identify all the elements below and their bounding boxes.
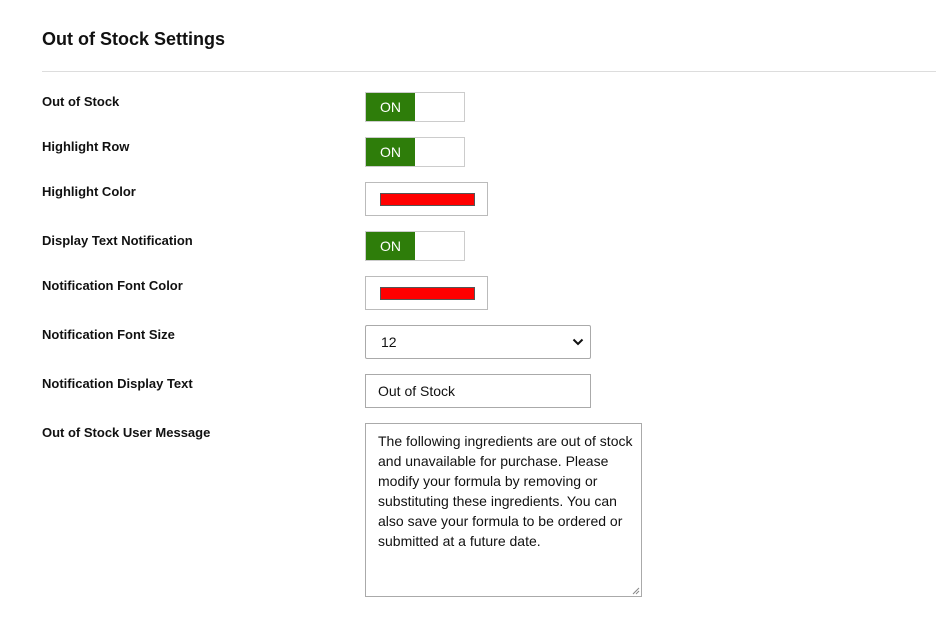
notification-font-color-swatch [380, 287, 475, 300]
chevron-down-icon [572, 338, 584, 346]
section-title: Out of Stock Settings [42, 29, 226, 49]
notification-font-size-select[interactable]: 12 [365, 325, 591, 359]
notification-font-size-label: Notification Font Size [42, 327, 175, 342]
highlight-row-toggle[interactable]: ON [365, 137, 465, 167]
highlight-row-toggle-state: ON [366, 138, 415, 166]
out-of-stock-toggle[interactable]: ON [365, 92, 465, 122]
notification-display-text-value: Out of Stock [378, 383, 456, 399]
display-text-notification-label: Display Text Notification [42, 233, 193, 248]
out-of-stock-toggle-state: ON [366, 93, 415, 121]
notification-display-text-input[interactable]: Out of Stock [365, 374, 591, 408]
resize-grip-icon[interactable] [630, 585, 640, 595]
section-divider [42, 71, 936, 72]
highlight-row-label: Highlight Row [42, 139, 130, 154]
highlight-color-picker[interactable] [365, 182, 488, 216]
user-message-textarea[interactable]: The following ingredients are out of sto… [365, 423, 642, 597]
notification-display-text-label: Notification Display Text [42, 376, 193, 391]
highlight-color-swatch [380, 193, 475, 206]
out-of-stock-settings-panel: Out of Stock Settings Out of Stock ON Hi… [0, 0, 936, 623]
highlight-color-label: Highlight Color [42, 184, 136, 199]
user-message-label: Out of Stock User Message [42, 425, 211, 440]
display-text-notification-toggle-state: ON [366, 232, 415, 260]
notification-font-color-label: Notification Font Color [42, 278, 183, 293]
user-message-value: The following ingredients are out of sto… [378, 433, 633, 549]
out-of-stock-label: Out of Stock [42, 94, 120, 109]
notification-font-color-picker[interactable] [365, 276, 488, 310]
notification-font-size-value: 12 [381, 334, 397, 350]
display-text-notification-toggle[interactable]: ON [365, 231, 465, 261]
